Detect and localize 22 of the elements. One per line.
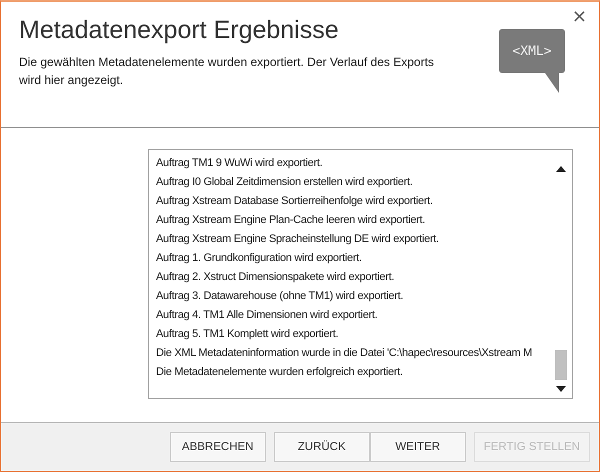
log-line: Auftrag 2. Xstruct Dimensionspakete wird exportiert. <box>156 270 396 285</box>
dialog-button[interactable]: WEITER <box>370 432 466 462</box>
window-subtitle: Die gewählten Metadatenelemente wurden exportiert. Der Verlauf des Exports wird hier angezeigt. <box>19 54 435 89</box>
log-line: Auftrag 3. Datawarehouse (ohne TM1) wird exportiert. <box>156 289 404 304</box>
log-line: Auftrag I0 Global Zeitdimension erstellen wird exportiert. <box>156 175 414 190</box>
scroll-thumb[interactable] <box>555 350 567 380</box>
log-line: Auftrag 4. TM1 Alle Dimensionen wird exportiert. <box>156 308 378 323</box>
log-line: Auftrag TM1 9 WuWi wird exportiert. <box>156 156 324 171</box>
xml-logo: <XML> <box>499 29 565 93</box>
window-title: Metadatenexport Ergebnisse <box>19 16 340 45</box>
log-line: Die XML Metadateninformation wurde in die Datei 'C:\hapec\resources\Xstream M <box>156 346 533 361</box>
dialog-button[interactable]: ABBRECHEN <box>170 432 266 462</box>
scroll-down-icon[interactable] <box>556 386 566 392</box>
log-line: Auftrag Xstream Engine Spracheinstellung DE wird exportiert. <box>156 232 440 247</box>
log-line: Auftrag Xstream Database Sortierreihenfolge wird exportiert. <box>156 194 434 209</box>
scroll-up-icon[interactable] <box>556 166 566 172</box>
log-line: Auftrag 1. Grundkonfiguration wird exportiert. <box>156 251 363 266</box>
dialog-button[interactable]: ZURÜCK <box>274 432 370 462</box>
log-line: Die Metadatenelemente wurden erfolgreich exportiert. <box>156 365 404 380</box>
log-line: Auftrag Xstream Engine Plan-Cache leeren wird exportiert. <box>156 213 426 228</box>
log-line: Auftrag 5. TM1 Komplett wird exportiert. <box>156 327 340 342</box>
close-button[interactable]: × <box>572 8 587 26</box>
